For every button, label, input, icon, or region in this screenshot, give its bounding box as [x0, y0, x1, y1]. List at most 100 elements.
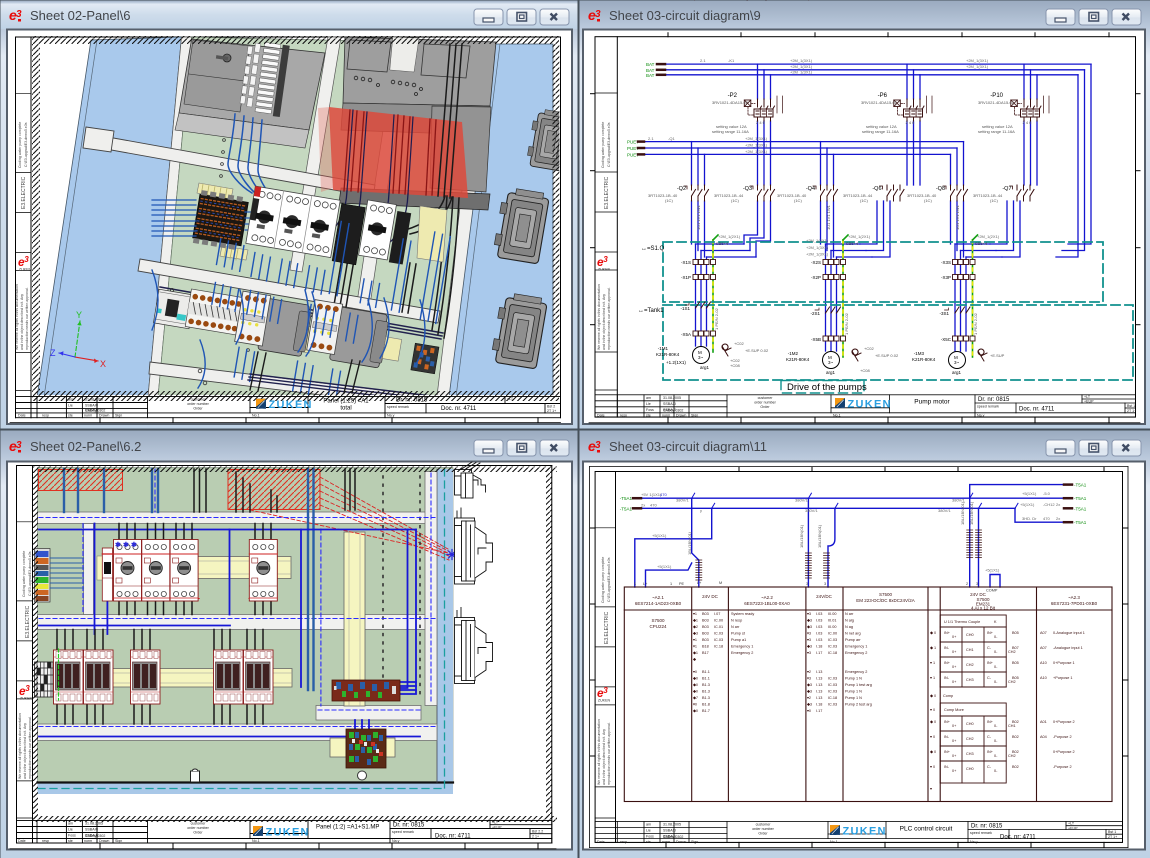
svg-text:CH2: CH2	[966, 663, 974, 667]
svg-text:+5(1X1): +5(1X1)	[985, 568, 1000, 573]
svg-text:IC.03: IC.03	[828, 638, 837, 642]
svg-text:No.1: No.1	[830, 840, 838, 844]
svg-text:CH0: CH0	[966, 633, 974, 637]
svg-text:reproduction needs our written: reproduction needs our written approval.	[607, 287, 611, 350]
svg-text:-5.0: -5.0	[1043, 491, 1051, 496]
svg-text:B03: B03	[714, 0, 721, 1]
svg-text:+EUP: +EUP	[492, 825, 502, 829]
svg-text:▾ 1: ▾ 1	[930, 661, 935, 665]
svg-text:-Q3: -Q3	[743, 186, 752, 192]
svg-text:K21R-80K4: K21R-80K4	[786, 357, 810, 362]
svg-text:norm: norm	[84, 414, 92, 418]
svg-text:+Purpose 1: +Purpose 1	[1053, 676, 1073, 680]
svg-text:A01: A01	[1040, 720, 1047, 724]
svg-text:+2M_1(3X1): +2M_1(3X1)	[806, 245, 829, 250]
svg-text:+C02: +C02	[864, 346, 874, 351]
svg-text:B02: B02	[1012, 765, 1019, 769]
svg-text:2.1: 2.1	[700, 58, 706, 63]
svg-text:Cooling water pump complete: Cooling water pump complete	[18, 122, 22, 168]
svg-text:We reserve all rights in this: We reserve all rights in this documentat…	[15, 284, 19, 350]
svg-text:and in the object described in: and in the object described in it. Any	[23, 723, 27, 779]
svg-text:31.08.2005: 31.08.2005	[663, 823, 681, 827]
svg-text:N alg: N alg	[845, 619, 854, 623]
svg-text:31.08.2005: 31.08.2005	[663, 396, 681, 400]
svg-text:-X5C: -X5C	[941, 337, 952, 342]
svg-text:-X3P: -X3P	[941, 275, 951, 280]
svg-text:6ES7231-7PD01-0XB0: 6ES7231-7PD01-0XB0	[1051, 601, 1098, 606]
svg-text:◆2: ◆2	[693, 625, 698, 629]
svg-text:3: 3	[824, 582, 826, 586]
svg-text:+2M_1(3X1): +2M_1(3X1)	[966, 64, 989, 69]
svg-text:BAT: BAT	[646, 73, 655, 78]
svg-text:-P2: -P2	[728, 93, 738, 99]
svg-text:-Q7: -Q7	[1002, 186, 1011, 192]
svg-text:Date: Date	[597, 840, 605, 844]
svg-text:▾0: ▾0	[807, 709, 811, 713]
svg-text:-1M1: -1M1	[658, 346, 669, 351]
svg-text:CH1: CH1	[1008, 724, 1016, 728]
svg-text:IN-: IN-	[944, 765, 950, 769]
svg-text:-Q8: -Q8	[936, 186, 945, 192]
svg-text:IN+: IN+	[944, 750, 951, 754]
svg-text:Pump 2 test arg: Pump 2 test arg	[845, 703, 872, 707]
svg-text:I0.7: I0.7	[731, 0, 737, 1]
svg-text:+1.2(1X1): +1.2(1X1)	[666, 360, 686, 365]
svg-text:-P6: -P6	[878, 93, 888, 99]
svg-text:M: M	[719, 581, 722, 585]
svg-text:-T5A1: -T5A1	[1074, 520, 1087, 525]
svg-text:No.1: No.1	[833, 414, 841, 418]
svg-text:2 4 6: 2 4 6	[756, 120, 766, 125]
svg-text:-Purpose 2: -Purpose 2	[1053, 765, 1072, 769]
svg-text:-T5A1: -T5A1	[620, 506, 633, 511]
svg-text:ste: ste	[646, 414, 651, 418]
svg-text:System ready: System ready	[744, 0, 767, 1]
svg-text:1U1 1V1 1W1: 1U1 1V1 1W1	[955, 204, 960, 230]
svg-text:◆3: ◆3	[807, 703, 812, 707]
svg-text:-T5A1: -T5A1	[1074, 483, 1087, 488]
svg-text:-2S1: -2S1	[810, 311, 820, 316]
svg-text:IN+: IN+	[987, 720, 994, 724]
svg-text:order number: order number	[754, 401, 776, 405]
svg-text:B17: B17	[702, 651, 709, 655]
svg-text:IC.03: IC.03	[828, 703, 837, 707]
svg-text:A10: A10	[1040, 676, 1047, 680]
svg-text:I.07: I.07	[714, 612, 720, 616]
svg-text:I.03: I.03	[816, 632, 822, 636]
svg-text:◆ 0: ◆ 0	[930, 631, 936, 635]
svg-text:+EUP: +EUP	[1084, 400, 1094, 404]
svg-text:Foss: Foss	[646, 408, 654, 412]
svg-text:Drawn: Drawn	[676, 414, 686, 418]
svg-text:Lie: Lie	[68, 403, 73, 407]
svg-text:E3.ELECTRIC: E3.ELECTRIC	[604, 611, 610, 644]
svg-text:4 AI x 12 Bit: 4 AI x 12 Bit	[971, 606, 996, 611]
svg-text:Date: Date	[18, 414, 26, 418]
svg-text:X: X	[100, 359, 106, 369]
svg-text:B02: B02	[1012, 750, 1019, 754]
svg-text:N arr: N arr	[845, 612, 854, 616]
svg-text:(1C): (1C)	[924, 198, 932, 203]
svg-text:470: 470	[1043, 516, 1050, 521]
svg-text:arg1: arg1	[700, 365, 710, 370]
svg-text:total: total	[340, 406, 351, 412]
svg-text:▾3: ▾3	[807, 638, 811, 642]
svg-text:B03: B03	[702, 619, 709, 623]
svg-text:-K1: -K1	[728, 58, 735, 63]
svg-text:380V/1: 380V/1	[805, 508, 818, 513]
svg-text:Pump st: Pump st	[731, 632, 746, 636]
svg-text:-Q1: -Q1	[668, 136, 675, 141]
svg-text:CH2: CH2	[1008, 680, 1016, 684]
svg-text:Lie: Lie	[646, 829, 651, 833]
svg-text:setting range 11-16A: setting range 11-16A	[712, 129, 749, 134]
svg-text:Cooling water pump complete: Cooling water pump complete	[22, 551, 26, 597]
svg-text:IC.00: IC.00	[714, 619, 723, 623]
svg-text:N arr: N arr	[858, 0, 867, 1]
svg-text:Na.y: Na.y	[977, 414, 985, 418]
svg-text:+2M_1(3X1): +2M_1(3X1)	[745, 136, 768, 141]
svg-text:B05: B05	[1012, 676, 1019, 680]
svg-text:-1M3: -1M3	[914, 351, 925, 356]
svg-text:System ready: System ready	[731, 612, 754, 616]
svg-text:Order: Order	[193, 831, 203, 835]
svg-text:◆3: ◆3	[807, 625, 812, 629]
svg-text:▾3: ▾3	[807, 612, 811, 616]
svg-text:0+Purpose 2: 0+Purpose 2	[1053, 720, 1075, 724]
